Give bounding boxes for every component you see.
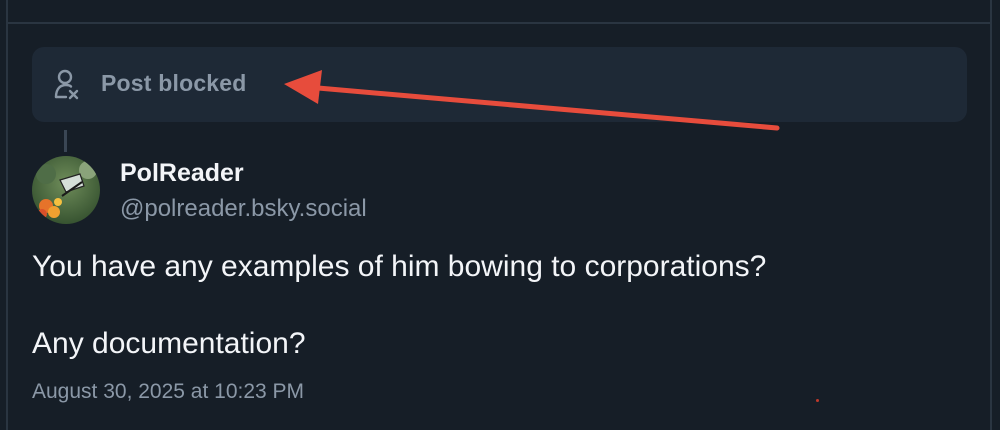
stray-mark — [816, 399, 819, 402]
left-border — [6, 0, 8, 430]
post-text-line: Any documentation? — [32, 327, 306, 360]
blocked-label: Post blocked — [101, 70, 247, 96]
post-text-line: You have any examples of him bowing to c… — [32, 250, 767, 283]
top-divider — [6, 22, 992, 24]
author-display-name[interactable]: PolReader — [120, 159, 244, 188]
person-x-icon — [53, 68, 81, 100]
author-handle[interactable]: @polreader.bsky.social — [120, 195, 367, 223]
post-timestamp[interactable]: August 30, 2025 at 10:23 PM — [32, 380, 304, 404]
right-border — [990, 0, 992, 430]
thread-connector-line — [64, 130, 67, 152]
post-thread-view: Post blocked PolReader @polreader.bsky.s… — [0, 0, 1000, 430]
author-avatar[interactable] — [32, 156, 100, 224]
